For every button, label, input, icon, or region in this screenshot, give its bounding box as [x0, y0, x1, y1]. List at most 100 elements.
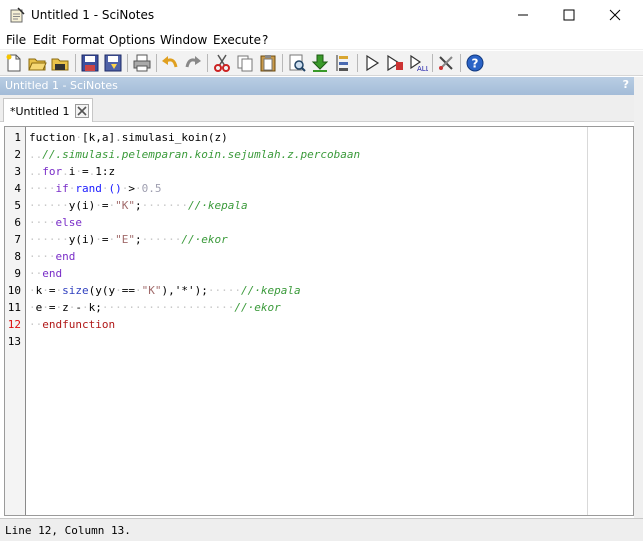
run-button[interactable] [362, 53, 382, 73]
run-with-echo-icon [387, 54, 403, 72]
code-line[interactable]: ..//.simulasi.pelemparan.koin.sejumlah.z… [29, 146, 360, 163]
copy-button[interactable] [235, 53, 255, 73]
code-token: . [62, 165, 69, 178]
code-token: ···················· [101, 301, 235, 314]
line-number: 7 [14, 233, 21, 246]
code-token: 1:z [95, 165, 116, 178]
code-line[interactable]: ····else [29, 214, 82, 231]
menu-options[interactable]: Options [109, 33, 155, 47]
toolbar-separator [460, 54, 461, 72]
code-token: > [128, 182, 135, 195]
run-with-echo-button[interactable] [385, 53, 405, 73]
code-token: end [42, 267, 63, 280]
code-token: - [75, 301, 82, 314]
code-token: k; [88, 301, 102, 314]
code-token: 0.5 [141, 182, 162, 195]
toolbar-separator [282, 54, 283, 72]
code-token: = [101, 233, 109, 246]
code-token: == [121, 284, 135, 297]
line-number: 4 [14, 182, 21, 195]
tab-untitled-1[interactable]: *Untitled 1 [3, 98, 93, 122]
code-token: · [95, 199, 102, 212]
code-line[interactable]: ..for.i·=.1:z [29, 163, 115, 180]
list-button[interactable] [333, 53, 353, 73]
code-token: y(i) [68, 199, 96, 212]
run-icon [366, 54, 380, 72]
code-token: ····· [207, 284, 241, 297]
code-editor[interactable]: 1 2 3 4 5 6 7 8 9 10 11 12 13 fuction·[k,a].simulasi… [4, 126, 634, 516]
redo-button[interactable] [183, 53, 203, 73]
undo-button[interactable] [160, 53, 180, 73]
code-token: = [101, 199, 109, 212]
maximize-button[interactable] [546, 0, 592, 30]
download-icon [311, 54, 329, 72]
code-token: fuction [29, 131, 76, 144]
code-token: //·kepala [187, 199, 248, 212]
menu-help[interactable]: ? [262, 33, 268, 47]
copy-icon [237, 55, 253, 72]
svg-text:ALL: ALL [417, 65, 428, 73]
find-replace-icon [289, 54, 306, 72]
scinotes-app-icon [10, 7, 25, 23]
close-icon [609, 9, 621, 21]
paste-button[interactable] [258, 53, 278, 73]
cut-button[interactable] [212, 53, 232, 73]
new-file-icon [6, 54, 21, 72]
code-token: · [42, 284, 49, 297]
code-line[interactable]: ··endfunction [29, 316, 115, 333]
code-token: · [101, 182, 109, 195]
dock-help-button[interactable]: ? [623, 78, 629, 91]
menu-file[interactable]: File [6, 33, 26, 47]
close-button[interactable] [592, 0, 638, 30]
code-line[interactable]: fuction·[k,a].simulasi_koin(z) [29, 129, 228, 146]
cut-icon [214, 54, 230, 72]
toolbar-separator [357, 54, 358, 72]
find-replace-button[interactable] [287, 53, 307, 73]
open-file-button[interactable] [27, 53, 47, 73]
line-number: 6 [14, 216, 21, 229]
code-token: //.simulasi.pelemparan.koin.sejumlah.z.p… [42, 148, 361, 161]
help-button[interactable]: ? [465, 53, 485, 73]
paste-icon [260, 55, 276, 72]
new-file-button[interactable] [4, 53, 24, 73]
code-token: () [108, 182, 122, 195]
print-button[interactable] [132, 53, 152, 73]
code-token: //·kepala [240, 284, 301, 297]
minimize-button[interactable] [500, 0, 546, 30]
code-line[interactable]: ······y(i)·=·"E";······//·ekor [29, 231, 228, 248]
code-line[interactable]: ····end [29, 248, 75, 265]
settings-button[interactable] [436, 53, 456, 73]
code-line[interactable]: ·e·=·z·-·k;····················//·ekor [29, 299, 281, 316]
code-line[interactable]: ······y(i)·=·"K";·······//·kepala [29, 197, 248, 214]
code-token: //·ekor [234, 301, 281, 314]
settings-icon [439, 56, 453, 70]
run-file-button[interactable]: ALL [408, 53, 430, 73]
close-tab-icon[interactable] [75, 104, 89, 118]
code-token: · [75, 165, 82, 178]
tab-bar: *Untitled 1 [0, 95, 634, 122]
menu-edit[interactable]: Edit [33, 33, 56, 47]
code-area[interactable]: fuction·[k,a].simulasi_koin(z) ..//.simul… [29, 127, 569, 515]
download-button[interactable] [310, 53, 330, 73]
open-in-new-button[interactable] [50, 53, 70, 73]
menu-window[interactable]: Window [160, 33, 207, 47]
code-token: .. [29, 165, 43, 178]
save-icon [81, 54, 99, 72]
menu-format[interactable]: Format [62, 33, 104, 47]
save-button[interactable] [80, 53, 100, 73]
code-line[interactable]: ·k·=·size(y(y·==·"K"),'*');·····//·kepal… [29, 282, 301, 299]
svg-text:?: ? [472, 57, 479, 71]
code-token: · [135, 284, 142, 297]
code-token: y(i) [68, 233, 96, 246]
menu-execute[interactable]: Execute [213, 33, 261, 47]
code-line[interactable]: ····if·rand·()·>·0.5 [29, 180, 162, 197]
code-line[interactable]: ··end [29, 265, 62, 282]
code-token: ······· [141, 199, 188, 212]
help-icon: ? [466, 54, 484, 72]
code-token: end [55, 250, 76, 263]
print-icon [133, 54, 151, 72]
code-token: · [95, 233, 102, 246]
menu-bar: File Edit Format Options Window Execute … [0, 30, 643, 50]
line-number-gutter: 1 2 3 4 5 6 7 8 9 10 11 12 13 [5, 127, 26, 515]
save-as-button[interactable] [103, 53, 123, 73]
